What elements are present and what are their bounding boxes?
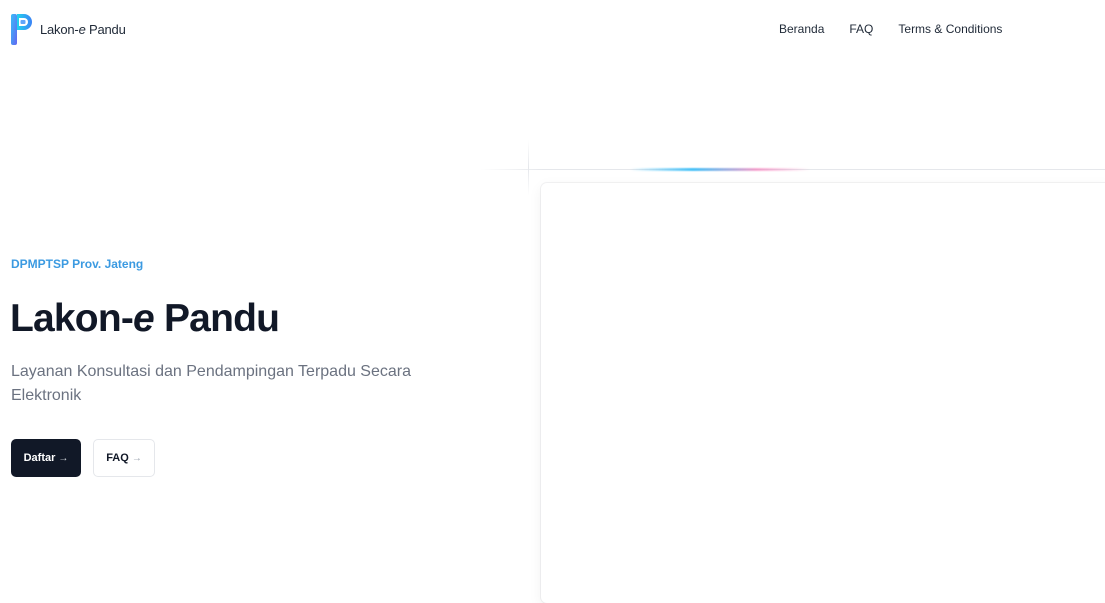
hero-subtitle: Layanan Konsultasi dan Pendampingan Terp… bbox=[11, 363, 411, 404]
arrow-right-icon: → bbox=[58, 452, 69, 464]
nav-item-beranda[interactable]: Beranda bbox=[779, 21, 824, 37]
brand-name: Lakon-e Pandu bbox=[40, 21, 126, 37]
faq-button-label: FAQ bbox=[106, 452, 129, 464]
decorative-glow-line bbox=[630, 168, 810, 171]
hero-preview-card bbox=[541, 183, 1105, 603]
daftar-button[interactable]: Daftar → bbox=[11, 439, 81, 477]
nav-item-faq[interactable]: FAQ bbox=[849, 21, 873, 37]
brand-logo-link[interactable]: Lakon-e Pandu bbox=[10, 11, 126, 47]
decorative-vertical-line bbox=[528, 140, 529, 196]
hero-eyebrow: DPMPTSP Prov. Jateng bbox=[11, 257, 144, 271]
main-nav: Beranda FAQ Terms & Conditions bbox=[779, 21, 1002, 37]
daftar-button-label: Daftar bbox=[23, 452, 56, 464]
hero-title: Lakon-e Pandu bbox=[10, 297, 280, 340]
brand-logo-icon bbox=[11, 14, 32, 45]
arrow-right-icon: → bbox=[131, 452, 142, 464]
site-header: Lakon-e Pandu Beranda FAQ Terms & Condit… bbox=[0, 0, 1105, 60]
nav-item-terms-conditions[interactable]: Terms & Conditions bbox=[898, 21, 1002, 37]
faq-button[interactable]: FAQ → bbox=[93, 439, 155, 477]
